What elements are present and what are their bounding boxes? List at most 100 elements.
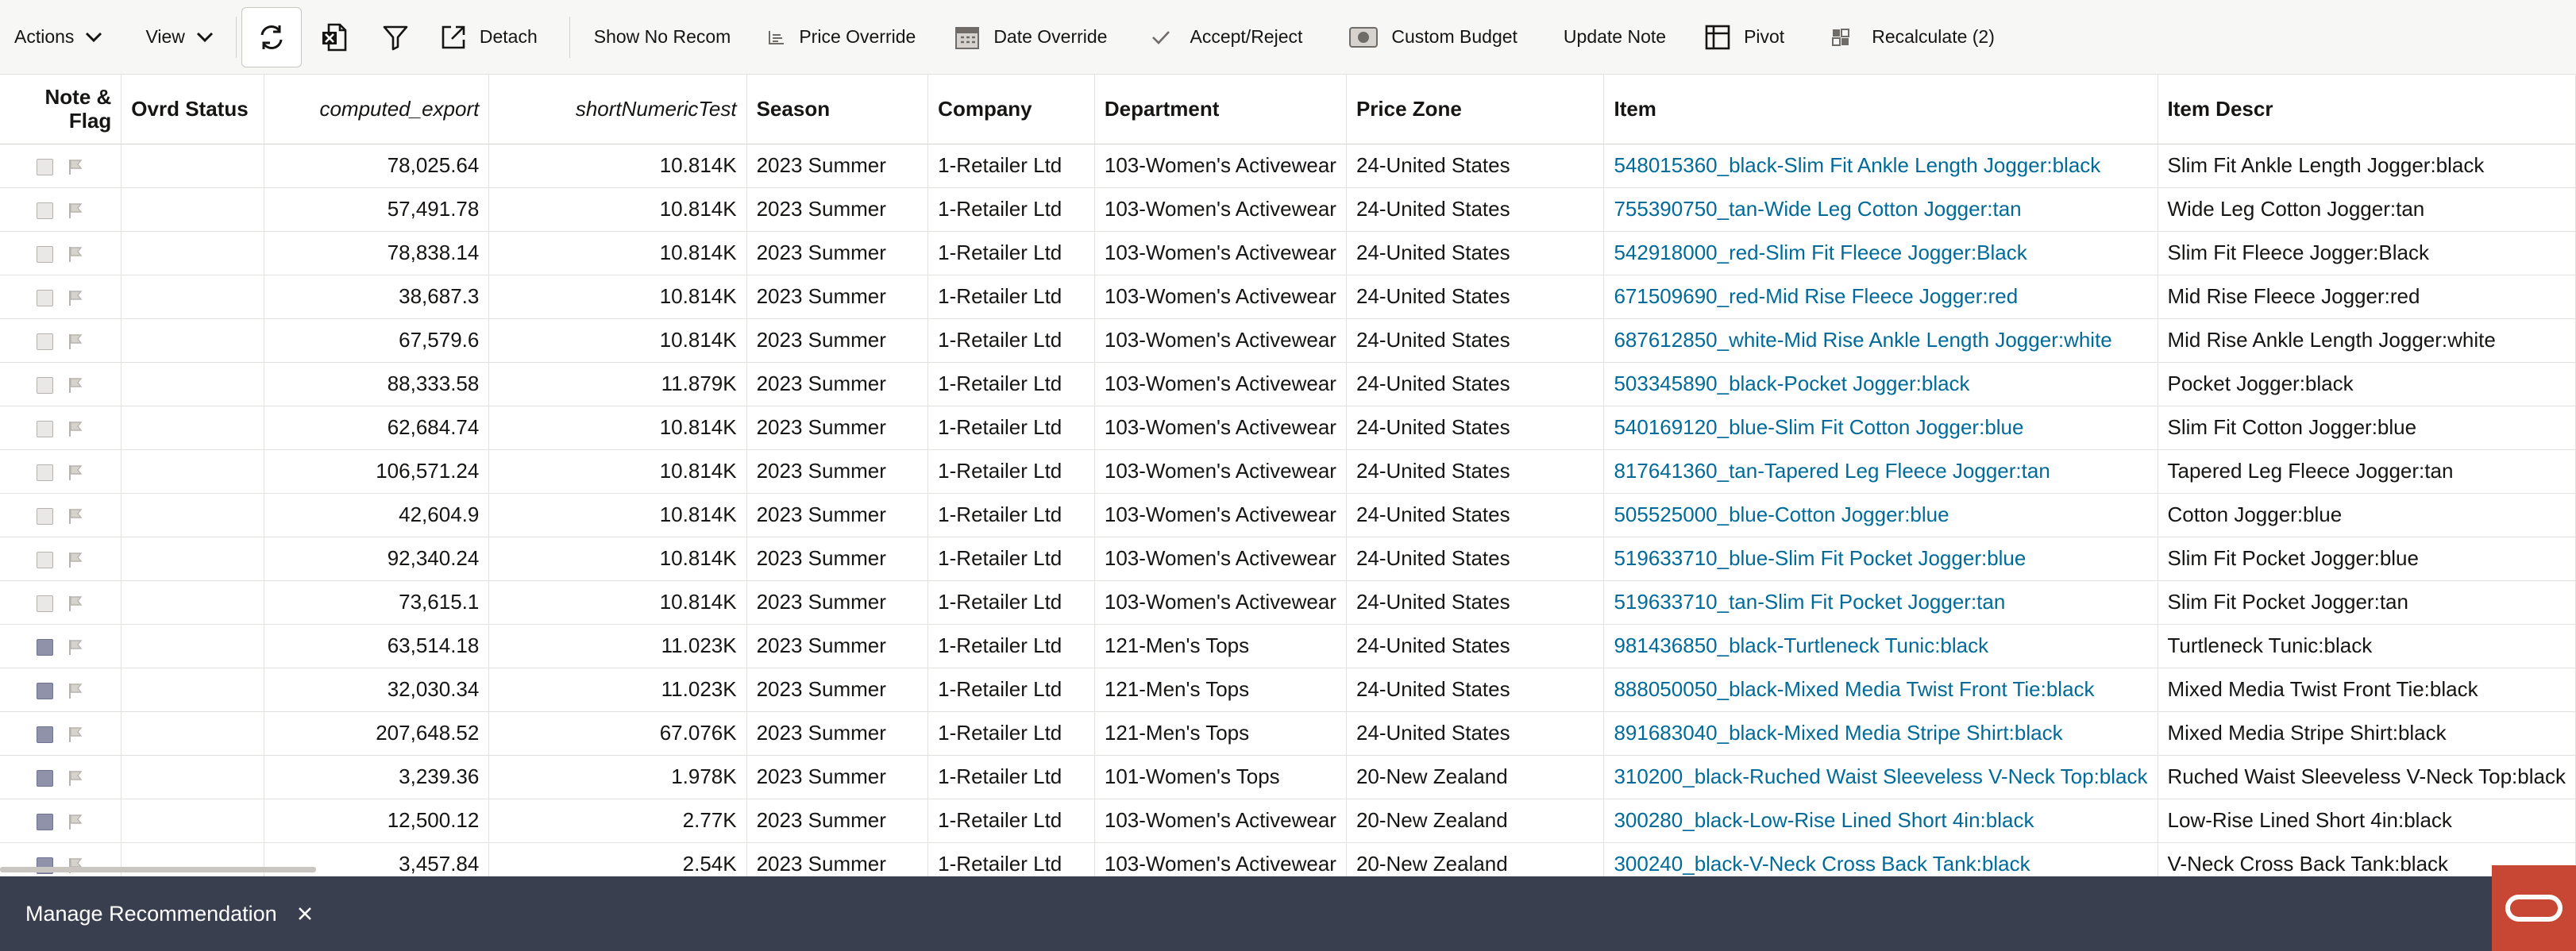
- cell-item-link[interactable]: 540169120_blue-Slim Fit Cotton Jogger:bl…: [1603, 406, 2158, 450]
- column-header-ovrd-status[interactable]: Ovrd Status: [121, 75, 264, 144]
- flag-icon[interactable]: [67, 245, 83, 263]
- cell-item-link[interactable]: 687612850_white-Mid Rise Ankle Length Jo…: [1603, 318, 2158, 363]
- note-checkbox[interactable]: [37, 202, 53, 219]
- flag-icon[interactable]: [67, 333, 83, 350]
- cell-item-link[interactable]: 891683040_black-Mixed Media Stripe Shirt…: [1603, 711, 2158, 756]
- cell-item-link[interactable]: 505525000_blue-Cotton Jogger:blue: [1603, 493, 2158, 537]
- table-row[interactable]: 78,838.14 10.814K 2023 Summer 1-Retailer Lt…: [0, 231, 2576, 275]
- flag-icon[interactable]: [67, 420, 83, 437]
- cell-item-link[interactable]: 542918000_red-Slim Fit Fleece Jogger:Bla…: [1603, 231, 2158, 275]
- flag-icon[interactable]: [67, 289, 83, 306]
- horizontal-scrollbar[interactable]: [0, 867, 316, 872]
- note-checkbox[interactable]: [37, 158, 53, 175]
- flag-icon[interactable]: [67, 813, 83, 830]
- column-header-company[interactable]: Company: [927, 75, 1095, 144]
- note-checkbox[interactable]: [37, 813, 53, 830]
- grid-body: 78,025.64 10.814K 2023 Summer 1-Retailer Lt…: [0, 144, 2576, 887]
- cell-company: 1-Retailer Ltd: [927, 406, 1095, 450]
- accept-reject-button[interactable]: Accept/Reject: [1136, 12, 1317, 63]
- cell-item-link[interactable]: 503345890_black-Pocket Jogger:black: [1603, 362, 2158, 406]
- table-row[interactable]: 62,684.74 10.814K 2023 Summer 1-Retailer Lt…: [0, 406, 2576, 450]
- note-checkbox[interactable]: [37, 420, 53, 437]
- column-header-short-numeric-test[interactable]: shortNumericTest: [488, 75, 747, 144]
- table-row[interactable]: 63,514.18 11.023K 2023 Summer 1-Retailer Lt…: [0, 624, 2576, 668]
- note-checkbox[interactable]: [37, 682, 53, 699]
- note-checkbox[interactable]: [37, 464, 53, 481]
- cell-item-link[interactable]: 671509690_red-Mid Rise Fleece Jogger:red: [1603, 275, 2158, 319]
- column-header-computed-export[interactable]: computed_export: [264, 75, 490, 144]
- column-header-season[interactable]: Season: [746, 75, 929, 144]
- table-row[interactable]: 3,239.36 1.978K 2023 Summer 1-Retailer Ltd 1…: [0, 755, 2576, 799]
- cell-company: 1-Retailer Ltd: [927, 231, 1095, 275]
- column-header-department[interactable]: Department: [1094, 75, 1347, 144]
- close-icon[interactable]: [293, 902, 317, 926]
- note-checkbox[interactable]: [37, 551, 53, 568]
- flag-icon[interactable]: [67, 551, 83, 568]
- cell-item-link[interactable]: 888050050_black-Mixed Media Twist Front …: [1603, 668, 2158, 712]
- note-checkbox[interactable]: [37, 726, 53, 743]
- flag-icon[interactable]: [67, 507, 83, 525]
- budget-icon: [1349, 26, 1379, 48]
- flag-icon[interactable]: [67, 769, 83, 787]
- cell-item-descr: Slim Fit Pocket Jogger:tan: [2158, 580, 2576, 625]
- column-header-price-zone[interactable]: Price Zone: [1346, 75, 1605, 144]
- view-menu-button[interactable]: View: [131, 12, 227, 63]
- cell-item-descr: Wide Leg Cotton Jogger:tan: [2158, 187, 2576, 232]
- pivot-button[interactable]: Pivot: [1690, 12, 1799, 63]
- cell-item-link[interactable]: 548015360_black-Slim Fit Ankle Length Jo…: [1603, 144, 2158, 188]
- flag-icon[interactable]: [67, 595, 83, 612]
- table-row[interactable]: 12,500.12 2.77K 2023 Summer 1-Retailer Ltd 1…: [0, 799, 2576, 843]
- table-row[interactable]: 67,579.6 10.814K 2023 Summer 1-Retailer Ltd…: [0, 318, 2576, 363]
- flag-icon[interactable]: [67, 158, 83, 175]
- flag-icon[interactable]: [67, 376, 83, 394]
- update-note-button[interactable]: Update Note: [1549, 12, 1680, 63]
- date-override-button[interactable]: Date Override: [939, 12, 1121, 63]
- note-checkbox[interactable]: [37, 245, 53, 263]
- cell-item-link[interactable]: 300280_black-Low-Rise Lined Short 4in:bl…: [1603, 799, 2158, 843]
- actions-menu-button[interactable]: Actions: [0, 12, 117, 63]
- cell-department: 121-Men's Tops: [1094, 668, 1347, 712]
- table-row[interactable]: 106,571.24 10.814K 2023 Summer 1-Retailer L…: [0, 449, 2576, 494]
- note-checkbox[interactable]: [37, 289, 53, 306]
- filter-button[interactable]: [365, 12, 426, 63]
- table-row[interactable]: 78,025.64 10.814K 2023 Summer 1-Retailer Lt…: [0, 144, 2576, 188]
- oracle-badge[interactable]: [2492, 865, 2576, 951]
- flag-icon[interactable]: [67, 726, 83, 743]
- table-row[interactable]: 207,648.52 67.076K 2023 Summer 1-Retailer L…: [0, 711, 2576, 756]
- note-checkbox[interactable]: [37, 376, 53, 394]
- table-row[interactable]: 73,615.1 10.814K 2023 Summer 1-Retailer Ltd…: [0, 580, 2576, 625]
- table-row[interactable]: 57,491.78 10.814K 2023 Summer 1-Retailer Lt…: [0, 187, 2576, 232]
- chevron-down-icon: [196, 32, 213, 42]
- flag-icon[interactable]: [67, 682, 83, 699]
- note-checkbox[interactable]: [37, 333, 53, 350]
- cell-item-link[interactable]: 519633710_blue-Slim Fit Pocket Jogger:bl…: [1603, 537, 2158, 581]
- flag-icon[interactable]: [67, 202, 83, 219]
- flag-icon[interactable]: [67, 638, 83, 656]
- cell-item-link[interactable]: 981436850_black-Turtleneck Tunic:black: [1603, 624, 2158, 668]
- table-row[interactable]: 92,340.24 10.814K 2023 Summer 1-Retailer Lt…: [0, 537, 2576, 581]
- column-header-note-flag[interactable]: Note & Flag: [0, 75, 122, 144]
- flag-icon[interactable]: [67, 464, 83, 481]
- recalculate-button[interactable]: Recalculate (2): [1816, 12, 2009, 63]
- export-excel-button[interactable]: [305, 12, 365, 63]
- show-no-recom-button[interactable]: Show No Recom: [588, 12, 746, 63]
- column-header-item-descr[interactable]: Item Descr: [2158, 75, 2576, 144]
- note-checkbox[interactable]: [37, 638, 53, 656]
- note-checkbox[interactable]: [37, 595, 53, 612]
- cell-item-link[interactable]: 310200_black-Ruched Waist Sleeveless V-N…: [1603, 755, 2158, 799]
- table-row[interactable]: 88,333.58 11.879K 2023 Summer 1-Retailer Lt…: [0, 362, 2576, 406]
- table-row[interactable]: 42,604.9 10.814K 2023 Summer 1-Retailer Ltd…: [0, 493, 2576, 537]
- column-header-item[interactable]: Item: [1603, 75, 2158, 144]
- refresh-button[interactable]: [241, 6, 302, 67]
- table-row[interactable]: 32,030.34 11.023K 2023 Summer 1-Retailer Lt…: [0, 668, 2576, 712]
- cell-item-link[interactable]: 817641360_tan-Tapered Leg Fleece Jogger:…: [1603, 449, 2158, 494]
- note-checkbox[interactable]: [37, 769, 53, 787]
- custom-budget-button[interactable]: Custom Budget: [1334, 12, 1532, 63]
- detach-button[interactable]: Detach: [426, 12, 552, 63]
- cell-item-link[interactable]: 755390750_tan-Wide Leg Cotton Jogger:tan: [1603, 187, 2158, 232]
- note-checkbox[interactable]: [37, 507, 53, 525]
- price-override-button[interactable]: Price Override: [753, 12, 930, 63]
- table-row[interactable]: 38,687.3 10.814K 2023 Summer 1-Retailer Ltd…: [0, 275, 2576, 319]
- cell-short-numeric-test: 1.978K: [488, 755, 747, 799]
- cell-item-link[interactable]: 519633710_tan-Slim Fit Pocket Jogger:tan: [1603, 580, 2158, 625]
